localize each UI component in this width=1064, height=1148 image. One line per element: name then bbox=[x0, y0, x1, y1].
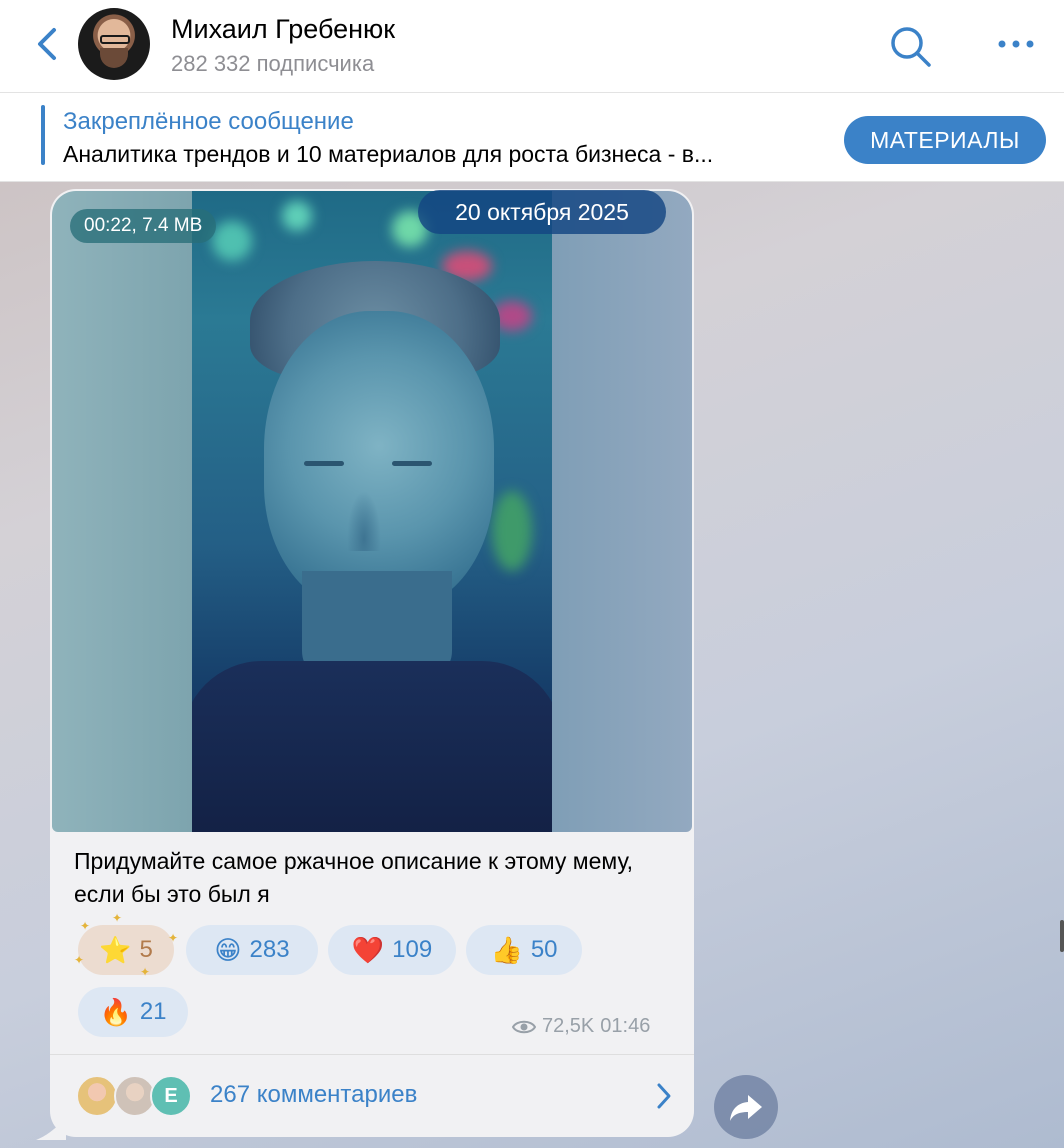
materials-button[interactable]: МАТЕРИАЛЫ bbox=[844, 116, 1046, 164]
pinned-title: Закреплённое сообщение bbox=[63, 108, 354, 135]
bubble-tail bbox=[36, 1118, 66, 1140]
reaction-count: 50 bbox=[530, 936, 558, 963]
reaction-count: 21 bbox=[139, 998, 167, 1025]
grin-emoji-icon: 😁 bbox=[214, 935, 242, 965]
reaction-count: 109 bbox=[392, 936, 433, 963]
pinned-message-bar[interactable]: Закреплённое сообщение Аналитика трендов… bbox=[0, 93, 1064, 182]
pinned-indicator bbox=[41, 105, 45, 165]
video-frame bbox=[192, 191, 552, 832]
post-caption: Придумайте самое ржачное описание к этом… bbox=[74, 848, 634, 907]
channel-title[interactable]: Михаил Гребенюк bbox=[171, 14, 395, 45]
channel-post: 00:22, 7.4 MB 20 октября 2025 Придумайте… bbox=[50, 189, 694, 1137]
heart-emoji-icon: ❤️ bbox=[351, 935, 385, 965]
scroll-indicator[interactable] bbox=[1060, 920, 1064, 952]
post-stats: 72,5K 01:46 bbox=[512, 1015, 650, 1038]
channel-avatar[interactable] bbox=[78, 8, 150, 80]
chat-header: Михаил Гребенюк 282 332 подписчика bbox=[0, 0, 1064, 93]
reaction-star[interactable]: ⭐ 5 bbox=[78, 925, 174, 975]
eye-icon bbox=[512, 1020, 536, 1033]
video-thumbnail[interactable]: 00:22, 7.4 MB bbox=[52, 191, 692, 832]
reaction-grin[interactable]: 😁 283 bbox=[186, 925, 318, 975]
video-duration-size: 00:22, 7.4 MB bbox=[70, 209, 217, 243]
reaction-count: 5 bbox=[139, 936, 153, 963]
subscriber-count: 282 332 подписчика bbox=[171, 51, 375, 76]
reaction-heart[interactable]: ❤️ 109 bbox=[328, 925, 456, 975]
star-icon: ⭐ bbox=[99, 935, 132, 965]
fire-emoji-icon: 🔥 bbox=[99, 997, 132, 1027]
search-icon[interactable] bbox=[886, 22, 934, 70]
share-arrow-icon bbox=[730, 1095, 762, 1121]
chevron-right-icon bbox=[657, 1083, 671, 1109]
reaction-count: 283 bbox=[249, 936, 290, 963]
post-time: 01:46 bbox=[600, 1015, 651, 1037]
more-icon[interactable] bbox=[996, 36, 1036, 52]
pinned-text: Аналитика трендов и 10 материалов для ро… bbox=[63, 141, 714, 167]
comments-count: 267 комментариев bbox=[210, 1081, 418, 1108]
view-count: 72,5K bbox=[542, 1015, 595, 1037]
share-button[interactable] bbox=[714, 1075, 778, 1139]
back-chevron-icon[interactable] bbox=[30, 24, 66, 64]
commenter-avatar bbox=[76, 1075, 118, 1117]
reaction-fire[interactable]: 🔥 21 bbox=[78, 987, 188, 1037]
commenter-avatar: E bbox=[150, 1075, 192, 1117]
reaction-thumbs-up[interactable]: 👍 50 bbox=[466, 925, 582, 975]
thumbs-up-emoji-icon: 👍 bbox=[490, 935, 523, 965]
date-badge: 20 октября 2025 bbox=[418, 190, 666, 234]
comments-link[interactable]: E 267 комментариев bbox=[50, 1055, 694, 1137]
